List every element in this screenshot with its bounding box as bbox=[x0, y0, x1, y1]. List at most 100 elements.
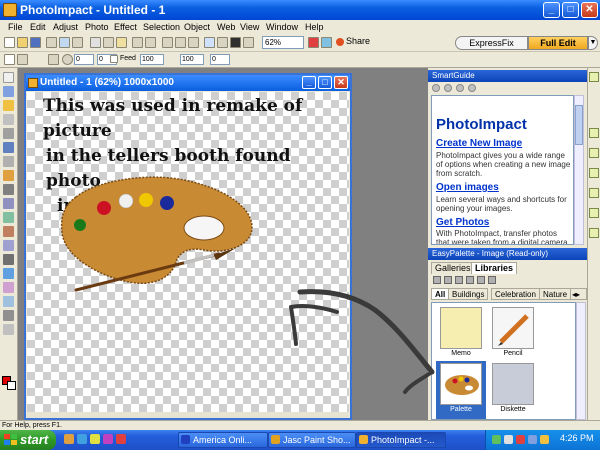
library-item-palette[interactable]: Palette bbox=[436, 361, 486, 419]
layer-manager-icon[interactable] bbox=[589, 228, 599, 238]
menu-object[interactable]: Object bbox=[184, 22, 210, 32]
brush-shape-icon[interactable] bbox=[48, 54, 59, 65]
fulledit-mode-button[interactable]: Full Edit bbox=[528, 36, 588, 50]
open-images-link[interactable]: Open images bbox=[436, 182, 499, 193]
quicklaunch-messenger-icon[interactable] bbox=[103, 434, 113, 444]
lasso-tool-icon[interactable] bbox=[3, 100, 14, 111]
category-all[interactable]: All bbox=[431, 288, 450, 300]
redo-icon[interactable] bbox=[145, 37, 156, 48]
web-icon[interactable] bbox=[308, 37, 319, 48]
minimize-button[interactable]: _ bbox=[543, 2, 560, 18]
clock[interactable]: 4:26 PM bbox=[560, 433, 594, 443]
menu-help[interactable]: Help bbox=[305, 22, 324, 32]
library-delete-icon[interactable] bbox=[477, 276, 485, 284]
create-new-image-link[interactable]: Create New Image bbox=[436, 138, 522, 149]
paste-icon[interactable] bbox=[116, 37, 127, 48]
path-tool-icon[interactable] bbox=[3, 240, 14, 251]
image-close-button[interactable]: ✕ bbox=[334, 76, 348, 89]
zoom-select[interactable]: 62% bbox=[262, 36, 304, 49]
back-icon[interactable] bbox=[432, 84, 440, 92]
menu-effect[interactable]: Effect bbox=[114, 22, 137, 32]
scan-icon[interactable] bbox=[46, 37, 57, 48]
selection-tool-icon[interactable] bbox=[3, 86, 14, 97]
library-view-icon[interactable] bbox=[466, 276, 474, 284]
line-tool-icon[interactable] bbox=[3, 254, 14, 265]
menu-file[interactable]: File bbox=[8, 22, 23, 32]
library-item-pencil[interactable]: Pencil bbox=[488, 305, 538, 363]
layer-panel-icon[interactable] bbox=[589, 148, 599, 158]
image-minimize-button[interactable]: _ bbox=[302, 76, 316, 89]
image-document-window[interactable]: Untitled - 1 (62%) 1000x1000 _ □ ✕ This … bbox=[24, 73, 352, 420]
start-button[interactable]: start bbox=[0, 430, 56, 450]
view-icon[interactable] bbox=[204, 37, 215, 48]
palette-toggle-icon[interactable] bbox=[217, 37, 228, 48]
text-tool-icon[interactable] bbox=[3, 156, 14, 167]
attr-field-c[interactable]: 100 bbox=[140, 54, 164, 65]
panel-toggle-icon[interactable] bbox=[589, 72, 599, 82]
pick-tool-icon[interactable] bbox=[3, 72, 14, 83]
quick-command-icon[interactable] bbox=[589, 168, 599, 178]
selection-mode-icon[interactable] bbox=[4, 54, 15, 65]
library-add-icon[interactable] bbox=[444, 276, 452, 284]
menu-window[interactable]: Window bbox=[266, 22, 298, 32]
resize-icon[interactable] bbox=[175, 37, 186, 48]
brush-round-icon[interactable] bbox=[62, 54, 73, 65]
task-america-online[interactable]: America Onli... bbox=[178, 432, 268, 448]
retouch-tool-icon[interactable] bbox=[3, 212, 14, 223]
messenger-tray-icon[interactable] bbox=[528, 435, 537, 444]
menu-web[interactable]: Web bbox=[217, 22, 235, 32]
crop-tool-icon[interactable] bbox=[3, 128, 14, 139]
eraser-tool-icon[interactable] bbox=[3, 226, 14, 237]
feed-checkbox[interactable] bbox=[110, 55, 118, 63]
maximize-button[interactable]: □ bbox=[562, 2, 579, 18]
attr-field-e[interactable]: 0 bbox=[210, 54, 230, 65]
tab-galleries[interactable]: Galleries bbox=[431, 262, 475, 274]
new-file-icon[interactable] bbox=[4, 37, 15, 48]
menu-edit[interactable]: Edit bbox=[30, 22, 46, 32]
image-maximize-button[interactable]: □ bbox=[318, 76, 332, 89]
image-horizontal-scrollbar[interactable] bbox=[27, 412, 349, 418]
expressfix-mode-button[interactable]: ExpressFix bbox=[455, 36, 528, 50]
photoimpact-app-icon[interactable] bbox=[3, 3, 17, 17]
network-icon[interactable] bbox=[492, 435, 501, 444]
quicklaunch-media-icon[interactable] bbox=[77, 434, 87, 444]
smartguide-scroll-thumb[interactable] bbox=[575, 105, 583, 145]
eyedropper-tool-icon[interactable] bbox=[3, 296, 14, 307]
menu-photo[interactable]: Photo bbox=[85, 22, 109, 32]
quicklaunch-folder-icon[interactable] bbox=[90, 434, 100, 444]
easypalette-panel-icon[interactable] bbox=[589, 188, 599, 198]
zoom-tool-icon[interactable] bbox=[3, 310, 14, 321]
task-jasc-paint-shop[interactable]: Jasc Paint Sho... bbox=[268, 432, 356, 448]
menu-selection[interactable]: Selection bbox=[143, 22, 180, 32]
share-button[interactable]: Share bbox=[336, 36, 370, 49]
easypalette-header[interactable]: EasyPalette - Image (Read-only) bbox=[428, 248, 587, 260]
get-photos-link[interactable]: Get Photos bbox=[436, 217, 489, 228]
library-item-memo[interactable]: Memo bbox=[436, 305, 486, 363]
home-icon[interactable] bbox=[456, 84, 464, 92]
paint-tool-icon[interactable] bbox=[3, 184, 14, 195]
shape-tool-icon[interactable] bbox=[3, 268, 14, 279]
image-canvas[interactable]: This was used in remake of picture in th… bbox=[27, 92, 349, 412]
history-panel-icon[interactable] bbox=[589, 208, 599, 218]
print-icon[interactable] bbox=[72, 37, 83, 48]
crop-icon[interactable] bbox=[162, 37, 173, 48]
menu-adjust[interactable]: Adjust bbox=[53, 22, 78, 32]
quicklaunch-browser-icon[interactable] bbox=[64, 434, 74, 444]
tab-libraries[interactable]: Libraries bbox=[471, 262, 518, 274]
undo-icon[interactable] bbox=[132, 37, 143, 48]
save-icon[interactable] bbox=[30, 37, 41, 48]
fullscreen-icon[interactable] bbox=[230, 37, 241, 48]
security-icon[interactable] bbox=[516, 435, 525, 444]
copy-icon[interactable] bbox=[103, 37, 114, 48]
library-manager-icon[interactable] bbox=[433, 276, 441, 284]
hand-tool-icon[interactable] bbox=[3, 324, 14, 335]
stamp-tool-icon[interactable] bbox=[3, 282, 14, 293]
category-buildings[interactable]: Buildings bbox=[448, 288, 489, 300]
refresh-icon[interactable] bbox=[468, 84, 476, 92]
transform-tool-icon[interactable] bbox=[3, 142, 14, 153]
smartguide-panel-icon[interactable] bbox=[589, 128, 599, 138]
library-properties-icon[interactable] bbox=[488, 276, 496, 284]
category-celebration[interactable]: Celebration bbox=[491, 288, 540, 300]
magic-wand-tool-icon[interactable] bbox=[3, 114, 14, 125]
library-item-diskette[interactable]: Diskette bbox=[488, 361, 538, 419]
